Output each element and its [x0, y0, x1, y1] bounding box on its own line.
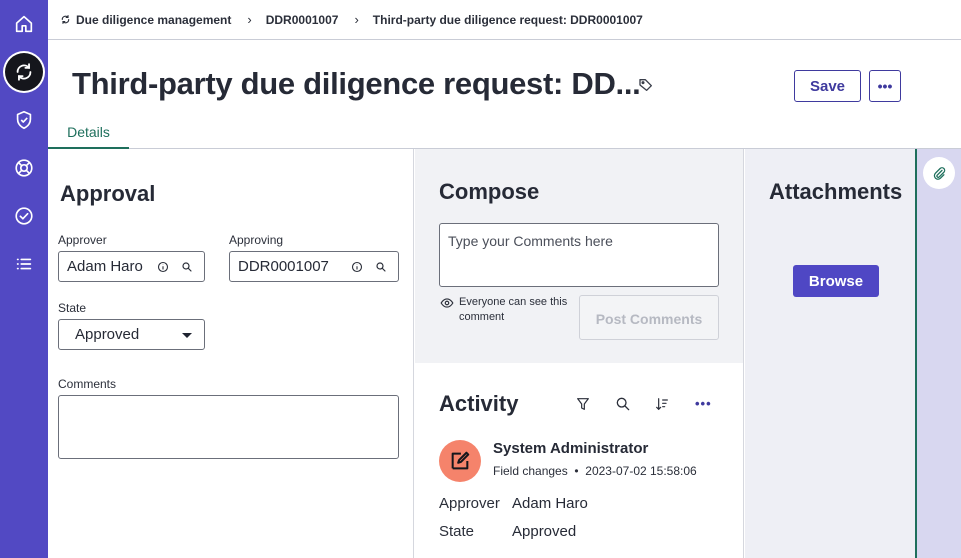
check-circle-icon[interactable] [4, 196, 44, 236]
page-title: Third-party due diligence request: DD... [72, 66, 641, 101]
attachment-toggle-button[interactable] [923, 157, 955, 189]
tab-bar: Details [48, 118, 961, 149]
compose-activity-panel: Compose Everyone can see this comment Po… [415, 149, 744, 558]
search-icon[interactable] [615, 396, 631, 412]
state-select[interactable]: Approved [58, 319, 205, 350]
edit-icon [451, 451, 470, 470]
approving-label: Approving [229, 233, 284, 247]
approver-value: Adam Haro [67, 258, 143, 275]
sync-icon[interactable] [5, 53, 43, 91]
bullet-separator: • [571, 464, 582, 478]
compose-input[interactable] [439, 223, 719, 287]
search-icon[interactable] [181, 261, 193, 273]
list-icon[interactable] [4, 244, 44, 284]
sync-icon [61, 15, 70, 24]
activity-user: System Administrator [493, 440, 649, 457]
visibility-note: Everyone can see this comment [459, 296, 568, 323]
info-icon[interactable] [157, 261, 169, 273]
compose-heading: Compose [439, 179, 540, 204]
comments-label: Comments [58, 377, 117, 391]
approver-label: Approver [58, 233, 107, 247]
side-panel-strip [915, 149, 961, 558]
shield-check-icon[interactable] [4, 100, 44, 140]
support-icon[interactable] [4, 148, 44, 188]
activity-field-key: Approver [439, 495, 500, 512]
state-label: State [58, 301, 87, 315]
paperclip-icon [933, 166, 945, 180]
activity-field-key: State [439, 523, 475, 540]
approving-value: DDR0001007 [238, 258, 329, 275]
left-nav-rail [0, 0, 48, 558]
attachments-heading: Attachments [769, 179, 903, 204]
activity-heading: Activity [439, 391, 519, 416]
chevron-right-icon: › [247, 12, 252, 27]
approval-panel: Approval Approver Adam Haro Approving DD… [48, 149, 414, 558]
breadcrumb-item-record[interactable]: DDR0001007 [266, 13, 339, 27]
approver-field[interactable]: Adam Haro [58, 251, 205, 282]
state-value: Approved [75, 326, 140, 343]
avatar [439, 440, 481, 482]
activity-field-value: Adam Haro [512, 495, 588, 512]
attachments-panel: Attachments Browse [745, 149, 915, 558]
search-icon[interactable] [375, 261, 387, 273]
chevron-right-icon: › [354, 12, 359, 27]
filter-icon[interactable] [575, 396, 591, 412]
activity-field-value: Approved [512, 523, 577, 540]
approving-field[interactable]: DDR0001007 [229, 251, 399, 282]
caret-down-icon [182, 333, 192, 338]
post-comments-button[interactable]: Post Comments [579, 295, 719, 340]
breadcrumb-item-current: Third-party due diligence request: DDR00… [373, 13, 643, 27]
info-icon[interactable] [351, 261, 363, 273]
sort-icon[interactable] [654, 396, 670, 412]
breadcrumb-label: Third-party due diligence request: DDR00… [372, 12, 643, 27]
activity-meta: Field changes • 2023-07-02 15:58:06 [493, 464, 697, 478]
breadcrumb-item-module[interactable]: Due diligence management [60, 13, 231, 27]
approval-heading: Approval [60, 181, 156, 206]
tag-icon[interactable] [638, 77, 654, 93]
home-icon[interactable] [4, 4, 44, 44]
breadcrumb: Due diligence management › DDR0001007 › … [48, 0, 961, 40]
activity-timestamp: 2023-07-02 15:58:06 [585, 464, 697, 478]
save-button[interactable]: Save [794, 70, 861, 102]
breadcrumb-label: Due diligence management [76, 12, 232, 27]
more-options-button[interactable]: ••• [869, 70, 901, 102]
browse-button[interactable]: Browse [793, 265, 879, 297]
eye-icon [440, 298, 454, 308]
tab-details[interactable]: Details [48, 118, 129, 149]
activity-change-type: Field changes [493, 464, 568, 478]
breadcrumb-label: DDR0001007 [265, 12, 339, 27]
comments-textarea[interactable] [58, 395, 399, 459]
activity-more-icon[interactable]: ••• [695, 396, 712, 411]
